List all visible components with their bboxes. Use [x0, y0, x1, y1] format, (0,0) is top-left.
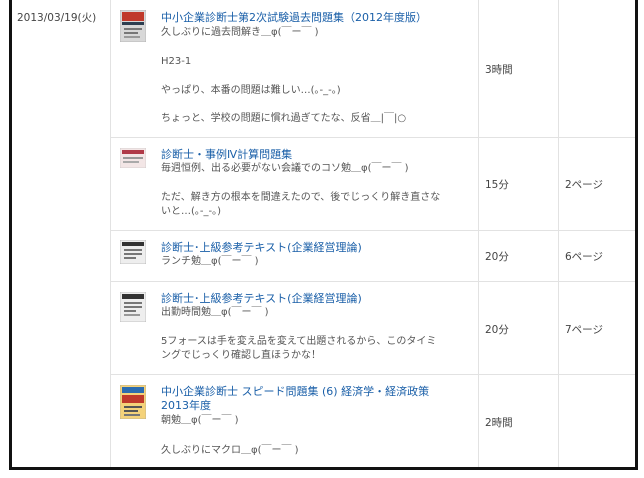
book-cover-thumbnail[interactable]: [119, 291, 147, 323]
note-text: 朝勉＿φ(￣ー￣ ): [161, 415, 239, 426]
column-divider: [558, 0, 559, 467]
row-divider: [110, 230, 635, 231]
row-divider: [110, 137, 635, 138]
row-divider: [110, 281, 635, 282]
column-divider: [110, 0, 111, 467]
row-divider: [110, 374, 635, 375]
book-cover-thumbnail[interactable]: [119, 9, 147, 43]
study-log-table: 2013/03/19(火) 中小企業診断士第2次試験過去問題集（2012年度版）…: [9, 0, 638, 470]
book-title-link[interactable]: 診断士・事例Ⅳ計算問題集: [161, 148, 292, 162]
note-text: やっぱり、本番の問題は難しい…(｡-_-｡): [161, 85, 341, 96]
book-title-link[interactable]: 診断士･上級参考テキスト(企業経営理論): [161, 292, 362, 306]
study-time: 3時間: [485, 64, 513, 76]
book-title-link-continued[interactable]: 2013年度: [161, 399, 211, 413]
note-text: H23-1: [161, 56, 192, 67]
note-text: ただ、解き方の根本を間違えたので、後でじっくり解き直さな: [161, 192, 441, 203]
column-divider: [478, 0, 479, 467]
note-text: 毎週恒例、出る必要がない会議でのコソ勉＿φ(￣ー￣ ): [161, 163, 409, 174]
note-text: 5フォースは手を変え品を変えて出題されるから、このタイミ: [161, 336, 437, 347]
study-pages: 6ページ: [565, 251, 603, 263]
book-title-link[interactable]: 中小企業診断士 スピード問題集 (6) 経済学・経済政策: [161, 385, 429, 399]
study-time: 2時間: [485, 417, 513, 429]
book-title-link[interactable]: 中小企業診断士第2次試験過去問題集（2012年度版）: [161, 11, 427, 25]
study-pages: 7ページ: [565, 324, 603, 336]
note-text: ングでじっくり確認し直ほうかな！: [161, 350, 321, 361]
study-time: 20分: [485, 251, 509, 263]
study-time: 20分: [485, 324, 509, 336]
book-cover-thumbnail[interactable]: [119, 147, 147, 169]
note-text: いと…(｡-_-｡): [161, 206, 222, 217]
study-pages: 2ページ: [565, 179, 603, 191]
note-text: 出勤時間勉＿φ(￣ー￣ ): [161, 307, 269, 318]
study-time: 15分: [485, 179, 509, 191]
book-title-link[interactable]: 診断士･上級参考テキスト(企業経営理論): [161, 241, 362, 255]
note-text: ちょっと、学校の問題に慣れ過ぎてたな、反省＿|￣|○: [161, 113, 407, 124]
note-text: ランチ勉＿φ(￣ー￣ ): [161, 256, 259, 267]
book-cover-thumbnail[interactable]: [119, 384, 147, 420]
note-text: 久しぶりにマクロ＿φ(￣ー￣ ): [161, 445, 299, 456]
note-text: 久しぶりに過去問解き＿φ(￣ー￣ ): [161, 27, 319, 38]
entry-date: 2013/03/19(火): [17, 12, 97, 24]
book-cover-thumbnail[interactable]: [119, 239, 147, 265]
